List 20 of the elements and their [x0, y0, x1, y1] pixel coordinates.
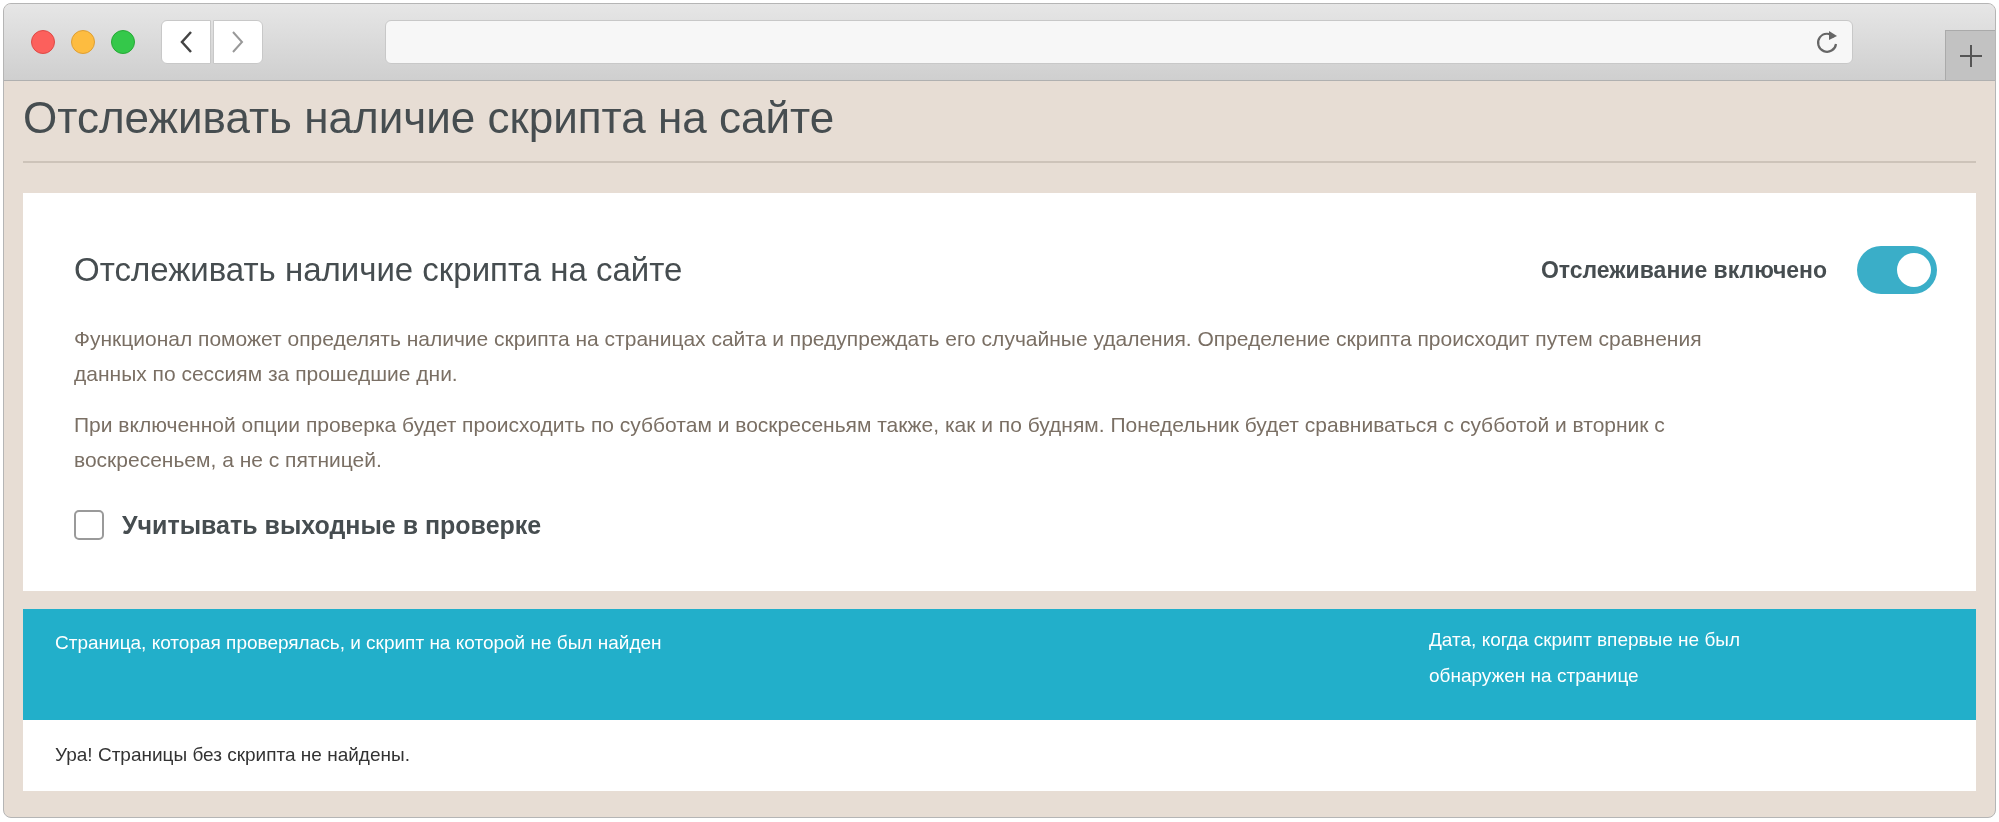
description-text: Функционал поможет определять наличие скрипта на страницах сайта и предупреждать его случайные удаления. Определение скрипта происходит путем сравнения данных по сессиям за прошедшие дни.	[74, 325, 1703, 387]
checkbox-label: Учитывать выходные в проверке	[122, 509, 542, 541]
column-header: Страница, которая проверялась, и скрипт на которой не был найден	[54, 631, 663, 655]
chevron-left-icon	[179, 30, 193, 54]
back-button[interactable]	[161, 20, 211, 64]
column-header: Дата, когда скрипт впервые не был обнаружен на странице	[1429, 628, 1742, 688]
toggle-label: Отслеживание включено	[1540, 255, 1827, 285]
plus-icon	[1958, 43, 1983, 68]
new-tab-button[interactable]	[1945, 30, 1995, 80]
card-title: Отслеживать наличие скрипта на сайте	[74, 250, 683, 290]
page-title: Отслеживать наличие скрипта на сайте	[23, 93, 836, 143]
reload-icon[interactable]	[1814, 28, 1840, 56]
maximize-window-icon[interactable]	[111, 30, 135, 54]
chevron-right-icon	[231, 30, 245, 54]
weekends-checkbox[interactable]	[74, 510, 104, 541]
minimize-window-icon[interactable]	[71, 30, 95, 54]
tracking-toggle[interactable]	[1857, 245, 1937, 294]
empty-table-message: Ура! Страницы без скрипта не найдены.	[55, 743, 410, 768]
close-window-icon[interactable]	[31, 30, 55, 54]
description-text: При включенной опции проверка будет происходить по субботам и воскресеньям также, как и по будням. Понедельник будет сравниваться с субботой и вторник с воскресеньем, а не с пятницей.	[74, 411, 1666, 473]
